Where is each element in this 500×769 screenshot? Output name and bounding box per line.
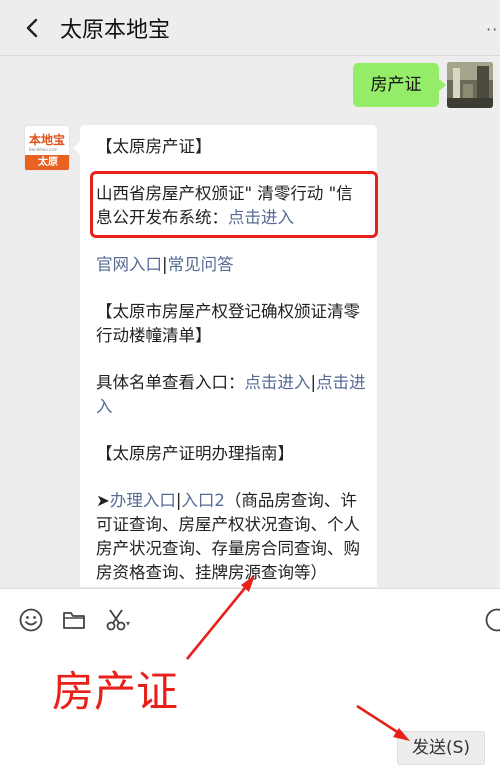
heading-building-list: 【太原市房屋产权登记确权颁证清零行动楼幢清单】 xyxy=(96,302,360,345)
heading-taiyuan-property-cert: 【太原房产证】 xyxy=(96,137,212,156)
official-links: 官网入口|常见问答 xyxy=(96,253,368,277)
annotation-text: 房产证 xyxy=(52,667,179,716)
heading-guide: 【太原房产证明办理指南】 xyxy=(96,444,294,463)
title-bar: 太原本地宝 ·· xyxy=(0,0,500,56)
guide-entry-link[interactable]: 办理入口 xyxy=(110,491,176,510)
folder-icon[interactable] xyxy=(61,607,87,633)
send-button[interactable]: 发送(S) xyxy=(397,731,485,765)
chat-bubble-icon[interactable] xyxy=(484,607,500,633)
bullet-arrow-icon: ➤ xyxy=(96,491,110,510)
list-paragraph: 具体名单查看入口：点击进入|点击进入 xyxy=(96,371,368,419)
list-text: 具体名单查看入口： xyxy=(96,373,245,392)
emoji-icon[interactable] xyxy=(18,607,44,633)
user-avatar[interactable] xyxy=(447,62,493,108)
page-title: 太原本地宝 xyxy=(60,18,171,43)
more-dots-icon[interactable]: ·· xyxy=(486,20,498,39)
chevron-left-icon[interactable] xyxy=(18,14,46,42)
chevron-down-icon[interactable]: ▾ xyxy=(126,619,130,628)
chat-area: 房产证 本地宝 Bendibao.com 太原 【太原房产证】 山西省房屋产权颁… xyxy=(0,57,500,587)
highlight-box xyxy=(90,171,378,238)
logo-url: Bendibao.com xyxy=(29,147,58,152)
logo-text: 本地宝 xyxy=(29,133,66,147)
faq-link[interactable]: 常见问答 xyxy=(168,255,234,274)
bot-avatar[interactable]: 本地宝 Bendibao.com 太原 xyxy=(24,125,70,171)
guide-paragraph: ➤办理入口|入口2（商品房查询、许可证查询、房屋产权状况查询、个人房产状况查询、… xyxy=(96,489,368,585)
list-enter-link-1[interactable]: 点击进入 xyxy=(245,373,311,392)
official-site-link[interactable]: 官网入口 xyxy=(96,255,162,274)
sent-message-bubble[interactable]: 房产证 xyxy=(353,63,446,107)
logo-city: 太原 xyxy=(25,155,69,170)
guide-entry2-link[interactable]: 入口2 xyxy=(181,491,225,510)
